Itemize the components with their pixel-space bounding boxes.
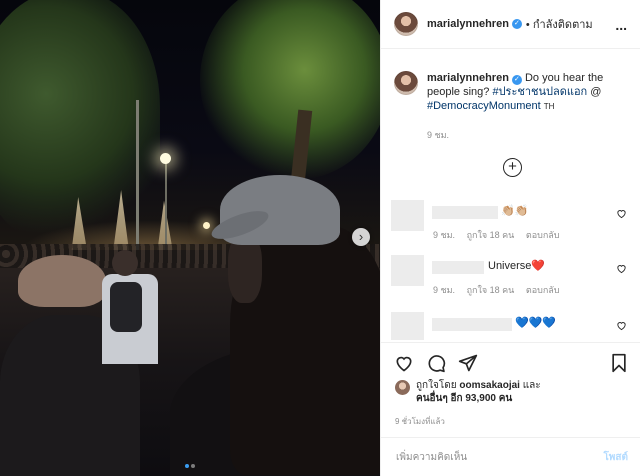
comment-username-redacted xyxy=(432,261,484,274)
heart-icon[interactable] xyxy=(616,320,627,331)
comment-emoji: 👏🏼👏🏼 xyxy=(501,205,529,217)
comment-item: Universe❤️ 9 ชม. ถูกใจ 18 คน ตอบกลับ xyxy=(391,255,631,295)
comment-item: 💙💙💙 xyxy=(391,312,631,340)
more-icon[interactable]: ... xyxy=(615,17,627,33)
reply-button[interactable]: ตอบกลับ xyxy=(526,230,560,240)
caption-time: 9 ชม. xyxy=(427,130,450,140)
comment-time: 9 ชม. xyxy=(433,285,456,295)
likes-summary: ถูกใจโดย oomsakaojai และ คนอื่นๆ อีก 93,… xyxy=(395,379,541,405)
likes-text: ถูกใจโดย oomsakaojai และ คนอื่นๆ อีก 93,… xyxy=(416,379,541,405)
carousel-dot xyxy=(185,464,189,468)
post-photo[interactable]: › xyxy=(0,0,380,476)
comment-time: 9 ชม. xyxy=(433,230,456,240)
likes-others[interactable]: คนอื่นๆ อีก 93,900 คน xyxy=(416,393,512,404)
caption-username[interactable]: marialynnehren xyxy=(427,72,509,84)
avatar[interactable] xyxy=(394,12,418,36)
comment-icon[interactable] xyxy=(426,353,446,373)
photo-person-foreground xyxy=(170,175,380,476)
post-actions: ถูกใจโดย oomsakaojai และ คนอื่นๆ อีก 93,… xyxy=(381,342,640,432)
load-more-icon[interactable]: + xyxy=(503,158,522,177)
verified-icon: ✓ xyxy=(511,19,522,29)
hashtag-link[interactable]: #DemocracyMonument xyxy=(427,100,541,112)
chevron-right-icon[interactable]: › xyxy=(352,228,370,246)
comment-text: Universe❤️ xyxy=(488,259,545,272)
likes-user[interactable]: oomsakaojai xyxy=(459,380,520,391)
comment-emoji: ❤️ xyxy=(531,260,546,272)
photo-street-lamp xyxy=(160,153,171,164)
follow-status[interactable]: • กำลังติดตาม xyxy=(526,15,593,33)
comment-username-redacted xyxy=(432,206,498,219)
comment-username-redacted xyxy=(432,318,512,331)
heart-icon[interactable] xyxy=(394,353,414,373)
post-side-panel: marialynnehren ✓ • กำลังติดตาม ... maria… xyxy=(380,0,640,476)
add-comment-bar: เพิ่มความคิดเห็น โพสต์ xyxy=(381,437,640,476)
likes-prefix: ถูกใจโดย xyxy=(416,380,457,391)
header-username[interactable]: marialynnehren xyxy=(427,18,509,30)
likes-and: และ xyxy=(522,380,541,391)
post-button[interactable]: โพสต์ xyxy=(603,450,628,465)
reply-button[interactable]: ตอบกลับ xyxy=(526,285,560,295)
comment-avatar[interactable] xyxy=(391,200,424,231)
avatar[interactable] xyxy=(394,71,418,95)
comment-emoji: 💙💙💙 xyxy=(515,317,557,329)
post-header: marialynnehren ✓ • กำลังติดตาม ... xyxy=(381,0,640,49)
hashtag-link[interactable]: #ประชาชนปลดแอก xyxy=(492,86,587,98)
comment-body: Universe xyxy=(488,260,532,272)
verified-icon: ✓ xyxy=(511,75,522,85)
photo-person-backpack xyxy=(96,250,166,380)
comment-avatar[interactable] xyxy=(391,312,424,340)
heart-icon[interactable] xyxy=(616,263,627,274)
heart-icon[interactable] xyxy=(616,208,627,219)
carousel-dot xyxy=(191,464,195,468)
carousel-indicator xyxy=(0,459,380,471)
bookmark-icon[interactable] xyxy=(609,353,629,373)
comment-meta: 9 ชม. ถูกใจ 18 คน ตอบกลับ xyxy=(433,228,569,242)
avatar[interactable] xyxy=(395,380,410,395)
post-caption: marialynnehren ✓ Do you hear the people s… xyxy=(394,71,629,140)
instagram-post-modal: › marialynnehren ✓ • กำลังติดตาม ... mar… xyxy=(0,0,640,476)
comment-meta: 9 ชม. ถูกใจ 18 คน ตอบกลับ xyxy=(433,283,569,297)
comment-likes[interactable]: ถูกใจ 18 คน xyxy=(467,230,515,240)
share-icon[interactable] xyxy=(458,353,478,373)
comment-input[interactable]: เพิ่มความคิดเห็น xyxy=(396,450,467,465)
comment-likes[interactable]: ถูกใจ 18 คน xyxy=(467,285,515,295)
mention-link[interactable]: @ xyxy=(590,86,601,98)
caption-text: marialynnehren ✓ Do you hear the people s… xyxy=(427,71,627,114)
post-timestamp[interactable]: 9 ชั่วโมงที่แล้ว xyxy=(395,415,445,428)
comment-item: 👏🏼👏🏼 9 ชม. ถูกใจ 18 คน ตอบกลับ xyxy=(391,200,631,240)
location-code: TH xyxy=(543,102,555,111)
comment-avatar[interactable] xyxy=(391,255,424,286)
